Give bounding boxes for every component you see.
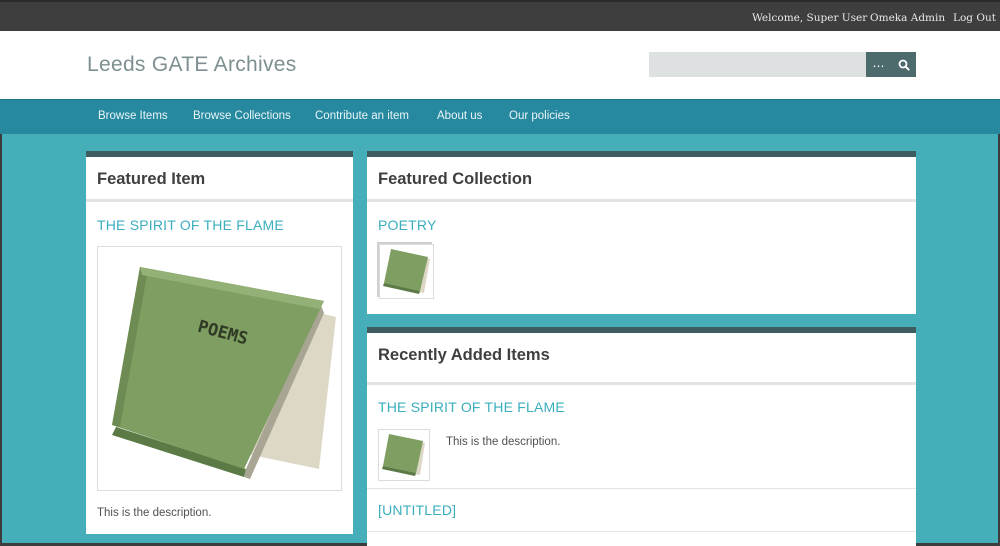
primary-nav: Browse Items Browse Collections Contribu…: [0, 99, 1000, 134]
featured-collection-panel: Featured Collection POETRY: [367, 151, 916, 314]
nav-our-policies[interactable]: Our policies: [509, 110, 570, 122]
panel-divider: [367, 382, 916, 385]
welcome-user-link[interactable]: Welcome, Super User: [752, 12, 867, 24]
book-thumbnail: [383, 249, 430, 294]
advanced-search-button[interactable]: …: [866, 52, 891, 77]
site-header: Leeds GATE Archives …: [0, 31, 1000, 100]
book-thumbnail: [382, 434, 425, 476]
recent-item-description: This is the description.: [446, 436, 561, 448]
featured-item-title-link[interactable]: THE SPIRIT OF THE FLAME: [97, 217, 284, 233]
search-input[interactable]: [649, 52, 866, 77]
recent-item-title-link[interactable]: [UNTITLED]: [378, 502, 456, 518]
book-image: POEMS: [112, 267, 336, 479]
nav-contribute-item[interactable]: Contribute an item: [315, 110, 409, 122]
search-submit-button[interactable]: [891, 52, 916, 77]
search-icon: [898, 59, 910, 71]
panel-divider: [367, 199, 916, 202]
panel-divider: [86, 199, 353, 202]
nav-about-us[interactable]: About us: [437, 110, 482, 122]
site-title[interactable]: Leeds GATE Archives: [87, 53, 297, 77]
logout-link[interactable]: Log Out: [953, 12, 996, 24]
featured-item-panel: Featured Item THE SPIRIT OF THE FLAME PO…: [86, 151, 353, 534]
nav-browse-items[interactable]: Browse Items: [98, 110, 168, 122]
featured-collection-heading: Featured Collection: [378, 170, 533, 188]
admin-bar: Welcome, Super User Omeka Admin Log Out: [0, 0, 1000, 31]
omeka-admin-link[interactable]: Omeka Admin: [870, 12, 945, 24]
featured-item-image[interactable]: POEMS: [97, 246, 342, 491]
featured-collection-thumbnail[interactable]: [379, 244, 434, 299]
recent-items-heading: Recently Added Items: [378, 346, 550, 364]
nav-browse-collections[interactable]: Browse Collections: [193, 110, 291, 122]
recent-item-title-link[interactable]: THE SPIRIT OF THE FLAME: [378, 399, 565, 415]
recent-item-thumbnail[interactable]: [378, 429, 430, 481]
item-divider: [367, 531, 916, 532]
featured-item-description: This is the description.: [97, 507, 212, 519]
item-divider: [367, 488, 916, 489]
featured-collection-title-link[interactable]: POETRY: [378, 217, 437, 233]
recent-items-panel: Recently Added Items THE SPIRIT OF THE F…: [367, 327, 916, 546]
featured-item-heading: Featured Item: [97, 170, 206, 188]
